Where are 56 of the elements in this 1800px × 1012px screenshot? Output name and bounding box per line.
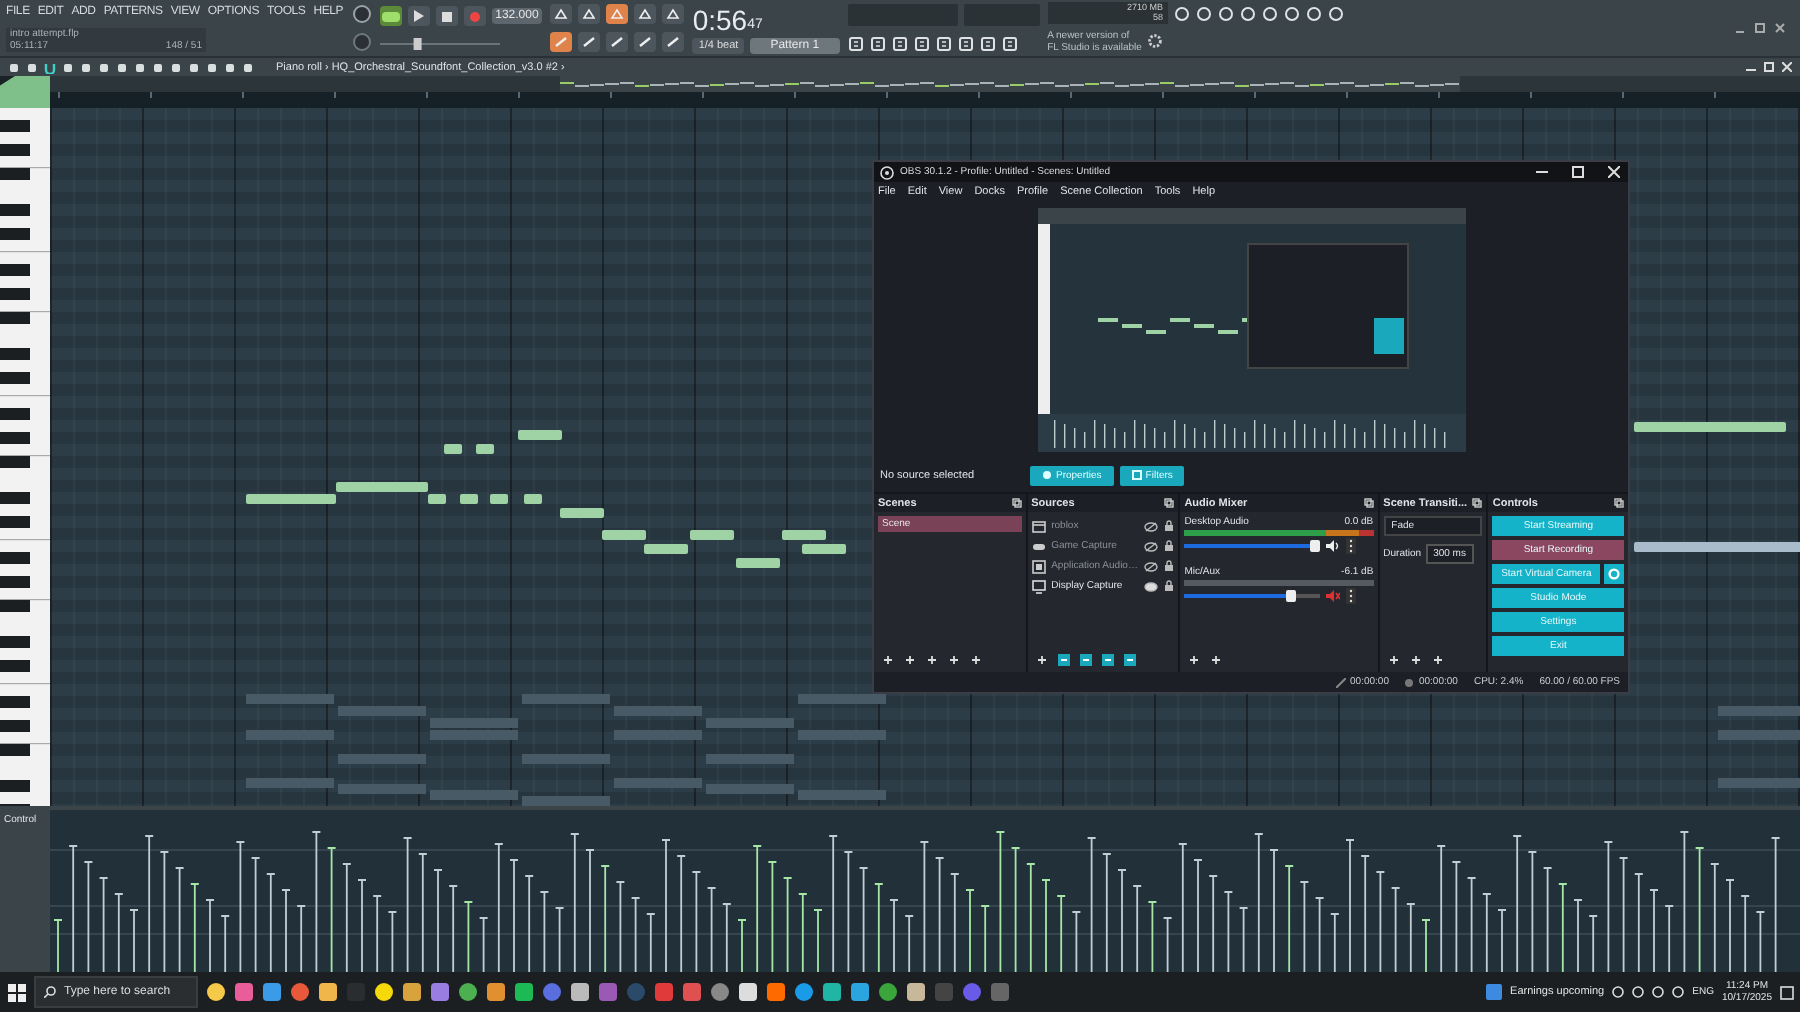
eye-slash-icon[interactable] bbox=[1144, 521, 1159, 531]
lock-icon[interactable] bbox=[1164, 580, 1175, 592]
news-icon[interactable] bbox=[1486, 984, 1503, 1000]
eye-slash-icon[interactable] bbox=[1144, 541, 1159, 551]
stamp-button[interactable] bbox=[662, 32, 685, 52]
pattern-song-toggle[interactable] bbox=[379, 6, 402, 26]
eye-icon[interactable] bbox=[1144, 581, 1159, 591]
display-source-icon bbox=[1031, 579, 1046, 593]
start-windows-icon[interactable] bbox=[8, 983, 26, 1001]
add-icon[interactable] bbox=[882, 654, 894, 666]
piano-keys-drawing[interactable] bbox=[0, 108, 50, 806]
window-source-icon bbox=[1031, 519, 1046, 533]
magnet-icon[interactable] bbox=[44, 61, 56, 73]
record-status-icon bbox=[1404, 677, 1415, 687]
volume-slider[interactable] bbox=[379, 38, 500, 50]
song-time: 0:56 bbox=[692, 5, 748, 36]
countdown-button[interactable] bbox=[606, 4, 629, 24]
undock-icon[interactable] bbox=[1472, 498, 1483, 508]
add-icon[interactable] bbox=[1387, 654, 1400, 666]
undock-icon[interactable] bbox=[1011, 498, 1022, 508]
search-icon bbox=[44, 986, 56, 998]
play-button[interactable] bbox=[407, 6, 430, 26]
keyboard-button[interactable] bbox=[550, 32, 573, 52]
minimize-icon[interactable] bbox=[1536, 166, 1548, 178]
lock-icon[interactable] bbox=[1164, 540, 1175, 552]
record-icon bbox=[469, 11, 480, 21]
step-button[interactable] bbox=[634, 4, 657, 24]
undock-icon[interactable] bbox=[1363, 498, 1374, 508]
waveform-button[interactable] bbox=[578, 4, 601, 24]
paint-button[interactable] bbox=[634, 32, 657, 52]
volume-slider[interactable] bbox=[1184, 590, 1321, 602]
muted-speaker-icon[interactable] bbox=[1326, 590, 1341, 602]
knob-icon[interactable] bbox=[351, 4, 372, 24]
toggle-icon bbox=[381, 11, 400, 21]
circle-logo-icon bbox=[880, 165, 894, 179]
undock-icon[interactable] bbox=[1614, 498, 1624, 508]
metronome-button[interactable] bbox=[550, 4, 573, 24]
slider-thumb[interactable] bbox=[1310, 540, 1321, 552]
add-icon[interactable] bbox=[1035, 654, 1048, 666]
app-source-icon bbox=[1031, 559, 1046, 573]
lock-icon[interactable] bbox=[1164, 520, 1175, 532]
lock-icon[interactable] bbox=[1164, 560, 1175, 572]
game-source-icon bbox=[1031, 539, 1046, 553]
eye-slash-icon[interactable] bbox=[1144, 561, 1159, 571]
volume-slider[interactable] bbox=[1184, 540, 1321, 552]
notification-icon[interactable] bbox=[1780, 985, 1794, 999]
stop-icon bbox=[441, 11, 452, 21]
arrow-button[interactable] bbox=[578, 32, 601, 52]
slider-thumb[interactable] bbox=[1285, 590, 1296, 602]
pencil-button[interactable] bbox=[606, 32, 629, 52]
undock-icon[interactable] bbox=[1164, 498, 1175, 508]
slider-thumb[interactable] bbox=[412, 38, 421, 50]
stop-button[interactable] bbox=[435, 6, 458, 26]
stream-icon bbox=[1336, 677, 1347, 687]
knob-icon[interactable] bbox=[351, 32, 372, 52]
loop-button[interactable] bbox=[662, 4, 685, 24]
